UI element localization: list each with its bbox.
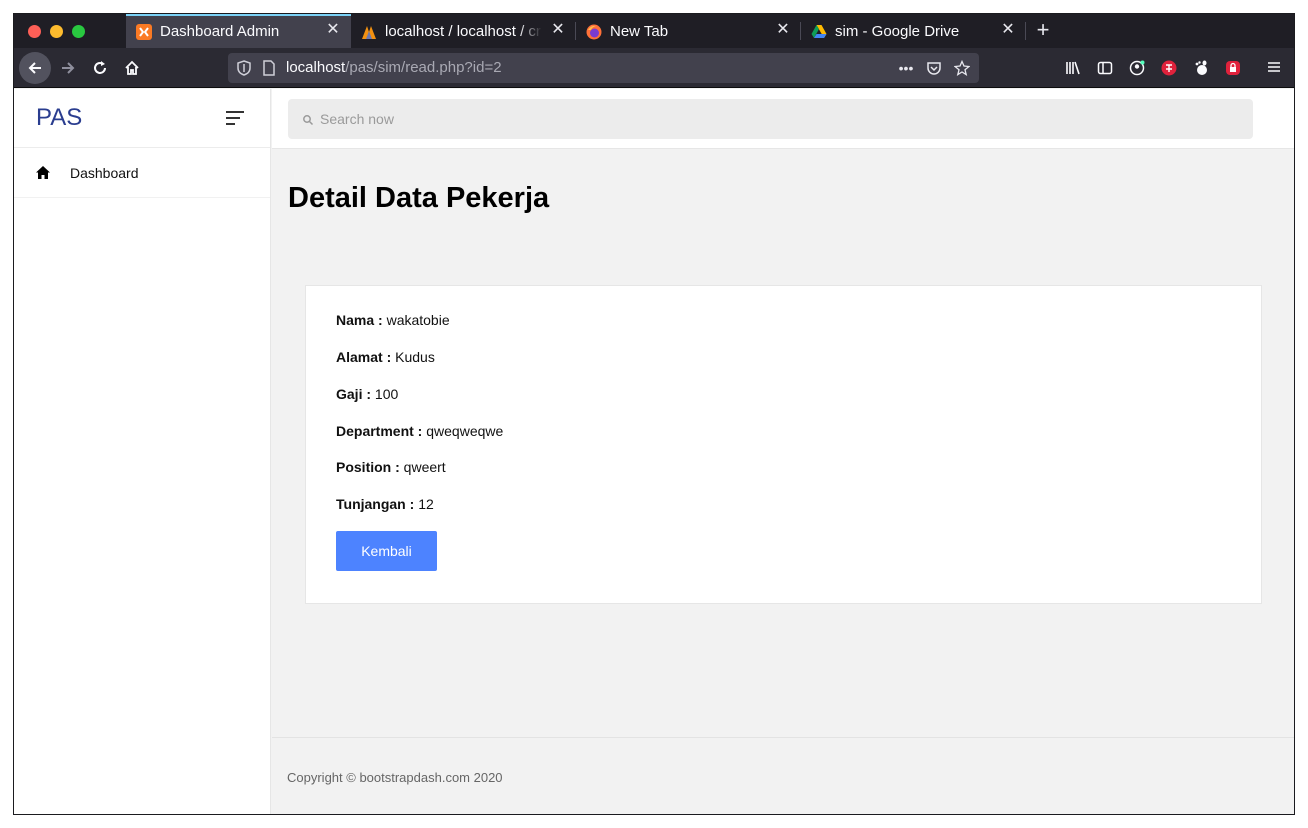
tab-strip: Dashboard Admin ✕ localhost / localhost … [14, 14, 1294, 48]
translate-extension-icon[interactable] [1160, 59, 1178, 77]
search-box[interactable] [288, 99, 1253, 139]
address-bar[interactable]: localhost/pas/sim/read.php?id=2 ••• [228, 53, 979, 83]
tab-new-tab[interactable]: New Tab ✕ [576, 14, 801, 48]
minimize-window-button[interactable] [50, 25, 63, 38]
field-alamat: Alamat : Kudus [336, 349, 435, 365]
pocket-icon[interactable] [925, 59, 943, 77]
field-nama: Nama : wakatobie [336, 312, 450, 328]
field-label: Tunjangan : [336, 496, 415, 512]
account-icon[interactable] [1128, 59, 1146, 77]
reload-icon[interactable] [84, 52, 116, 84]
tab-title: Dashboard Admin [160, 23, 280, 40]
sidebar-toggle-menu-icon[interactable] [226, 111, 246, 125]
sidebar-item-label: Dashboard [70, 165, 139, 181]
field-label: Department : [336, 423, 423, 439]
field-value: wakatobie [386, 312, 450, 328]
tab-dashboard-admin[interactable]: Dashboard Admin ✕ [126, 14, 351, 48]
field-department: Department : qweqweqwe [336, 423, 503, 439]
browser-window: Dashboard Admin ✕ localhost / localhost … [13, 13, 1295, 815]
back-arrow-icon[interactable] [19, 52, 51, 84]
maximize-window-button[interactable] [72, 25, 85, 38]
field-value: 100 [374, 386, 399, 402]
url-host: localhost [286, 59, 346, 76]
xampp-icon [136, 23, 152, 40]
sidebar-item-dashboard[interactable]: Dashboard [14, 148, 270, 198]
brand-logo[interactable]: PAS [36, 104, 82, 132]
field-value: Kudus [395, 349, 435, 365]
page-info-icon[interactable] [261, 60, 277, 76]
field-tunjangan: Tunjangan : 12 [336, 496, 434, 512]
nav-toolbar: localhost/pas/sim/read.php?id=2 ••• [14, 48, 1294, 88]
forward-arrow-icon[interactable] [52, 52, 84, 84]
tracking-shield-icon[interactable] [236, 60, 252, 76]
sidebar-toggle-icon[interactable] [1096, 59, 1114, 77]
field-label: Position : [336, 459, 400, 475]
library-icon[interactable] [1064, 59, 1082, 77]
url-text[interactable]: localhost/pas/sim/read.php?id=2 [286, 59, 502, 76]
field-label: Nama : [336, 312, 383, 328]
search-input[interactable] [320, 99, 1220, 139]
close-tab-icon[interactable]: ✕ [550, 22, 566, 38]
search-icon [302, 113, 314, 126]
field-label: Gaji : [336, 386, 372, 402]
home-icon [36, 166, 50, 179]
google-drive-icon [811, 24, 827, 40]
field-value: qweert [403, 459, 446, 475]
field-position: Position : qweert [336, 459, 446, 475]
page-actions-icon[interactable]: ••• [897, 59, 915, 77]
detail-card: Nama : wakatobie Alamat : Kudus Gaji : 1… [305, 285, 1262, 604]
sidebar: PAS Dashboard [14, 89, 271, 814]
web-page: PAS Dashboard Detail Data Pekerja Nam [14, 89, 1294, 814]
gnome-extension-icon[interactable] [1192, 59, 1210, 77]
close-window-button[interactable] [28, 25, 41, 38]
field-value: 12 [418, 496, 434, 512]
tab-title: New Tab [610, 23, 669, 40]
copyright-text: Copyright © bootstrapdash.com 2020 [287, 770, 503, 785]
footer: Copyright © bootstrapdash.com 2020 [272, 737, 1294, 814]
page-title: Detail Data Pekerja [288, 182, 550, 214]
field-gaji: Gaji : 100 [336, 386, 398, 402]
close-tab-icon[interactable]: ✕ [1000, 22, 1016, 38]
close-tab-icon[interactable]: ✕ [775, 22, 791, 38]
field-label: Alamat : [336, 349, 392, 365]
tab-title: sim - Google Drive [835, 23, 960, 40]
tab-phpmyadmin[interactable]: localhost / localhost / crud ✕ [351, 14, 576, 48]
hamburger-menu-icon[interactable] [1266, 59, 1284, 77]
tab-google-drive[interactable]: sim - Google Drive ✕ [801, 14, 1026, 48]
main-content: Detail Data Pekerja Nama : wakatobie Ala… [272, 149, 1294, 737]
firefox-icon [586, 24, 602, 40]
url-path: /pas/sim/read.php?id=2 [345, 59, 502, 76]
field-value: qweqweqwe [426, 423, 504, 439]
phpmyadmin-icon [361, 24, 377, 40]
kembali-button[interactable]: Kembali [336, 531, 437, 571]
home-button-icon[interactable] [116, 52, 148, 84]
new-tab-plus-icon[interactable]: + [1031, 19, 1055, 43]
lock-extension-icon[interactable] [1224, 59, 1242, 77]
top-navbar [272, 89, 1294, 149]
close-tab-icon[interactable]: ✕ [325, 22, 341, 38]
bookmark-star-icon[interactable] [953, 59, 971, 77]
tab-title: localhost / localhost / crud [385, 23, 542, 40]
